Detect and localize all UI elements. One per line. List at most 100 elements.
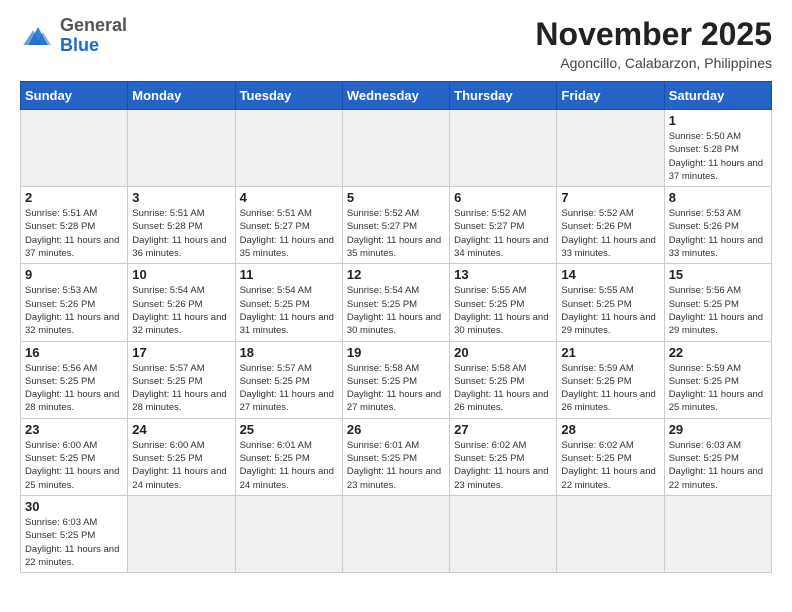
cell-info: Sunrise: 6:01 AM Sunset: 5:25 PM Dayligh… [347,439,445,492]
weekday-header: Wednesday [342,82,449,110]
cell-info: Sunrise: 5:52 AM Sunset: 5:27 PM Dayligh… [347,207,445,260]
title-area: November 2025 Agoncillo, Calabarzon, Phi… [535,16,772,71]
calendar-table: SundayMondayTuesdayWednesdayThursdayFrid… [20,81,772,573]
calendar-cell: 2 Sunrise: 5:51 AM Sunset: 5:28 PM Daylig… [21,187,128,264]
weekday-header: Friday [557,82,664,110]
day-number: 24 [132,422,230,437]
day-number: 23 [25,422,123,437]
calendar-cell: 20Sunrise: 5:58 AM Sunset: 5:25 PM Dayli… [450,341,557,418]
calendar-week-row: 16Sunrise: 5:56 AM Sunset: 5:25 PM Dayli… [21,341,772,418]
day-number: 5 [347,190,445,205]
calendar-cell: 9 Sunrise: 5:53 AM Sunset: 5:26 PM Daylig… [21,264,128,341]
day-number: 15 [669,267,767,282]
calendar-cell: 4 Sunrise: 5:51 AM Sunset: 5:27 PM Daylig… [235,187,342,264]
calendar-cell: 7 Sunrise: 5:52 AM Sunset: 5:26 PM Daylig… [557,187,664,264]
day-number: 11 [240,267,338,282]
calendar-cell: 3Sunrise: 5:51 AM Sunset: 5:28 PM Daylig… [128,187,235,264]
day-number: 27 [454,422,552,437]
day-number: 13 [454,267,552,282]
calendar-cell: 24Sunrise: 6:00 AM Sunset: 5:25 PM Dayli… [128,418,235,495]
cell-info: Sunrise: 6:02 AM Sunset: 5:25 PM Dayligh… [561,439,659,492]
calendar-cell: 29 Sunrise: 6:03 AM Sunset: 5:25 PM Dayli… [664,418,771,495]
cell-info: Sunrise: 5:54 AM Sunset: 5:25 PM Dayligh… [240,284,338,337]
calendar-cell: 6Sunrise: 5:52 AM Sunset: 5:27 PM Daylig… [450,187,557,264]
cell-info: Sunrise: 5:53 AM Sunset: 5:26 PM Dayligh… [25,284,123,337]
cell-info: Sunrise: 5:51 AM Sunset: 5:28 PM Dayligh… [132,207,230,260]
day-number: 9 [25,267,123,282]
calendar-cell: 10Sunrise: 5:54 AM Sunset: 5:26 PM Dayli… [128,264,235,341]
weekday-header: Saturday [664,82,771,110]
cell-info: Sunrise: 5:59 AM Sunset: 5:25 PM Dayligh… [561,362,659,415]
calendar-cell: 26Sunrise: 6:01 AM Sunset: 5:25 PM Dayli… [342,418,449,495]
calendar-week-row: 23 Sunrise: 6:00 AM Sunset: 5:25 PM Dayli… [21,418,772,495]
day-number: 25 [240,422,338,437]
calendar-cell [557,110,664,187]
weekday-header: Thursday [450,82,557,110]
cell-info: Sunrise: 5:52 AM Sunset: 5:26 PM Dayligh… [561,207,659,260]
cell-info: Sunrise: 5:52 AM Sunset: 5:27 PM Dayligh… [454,207,552,260]
calendar-cell: 12 Sunrise: 5:54 AM Sunset: 5:25 PM Dayli… [342,264,449,341]
header: General Blue November 2025 Agoncillo, Ca… [20,16,772,71]
calendar-cell [664,495,771,572]
calendar-cell: 22Sunrise: 5:59 AM Sunset: 5:25 PM Dayli… [664,341,771,418]
cell-info: Sunrise: 5:58 AM Sunset: 5:25 PM Dayligh… [347,362,445,415]
calendar-cell: 8Sunrise: 5:53 AM Sunset: 5:26 PM Daylig… [664,187,771,264]
calendar-cell: 5 Sunrise: 5:52 AM Sunset: 5:27 PM Daylig… [342,187,449,264]
day-number: 28 [561,422,659,437]
calendar-cell: 18Sunrise: 5:57 AM Sunset: 5:25 PM Dayli… [235,341,342,418]
calendar-body: 1Sunrise: 5:50 AM Sunset: 5:28 PM Daylig… [21,110,772,573]
calendar-cell: 16Sunrise: 5:56 AM Sunset: 5:25 PM Dayli… [21,341,128,418]
cell-info: Sunrise: 5:54 AM Sunset: 5:26 PM Dayligh… [132,284,230,337]
day-number: 2 [25,190,123,205]
calendar-cell: 15 Sunrise: 5:56 AM Sunset: 5:25 PM Dayli… [664,264,771,341]
cell-info: Sunrise: 5:56 AM Sunset: 5:25 PM Dayligh… [669,284,767,337]
cell-info: Sunrise: 5:55 AM Sunset: 5:25 PM Dayligh… [454,284,552,337]
location: Agoncillo, Calabarzon, Philippines [535,55,772,71]
calendar-cell: 27 Sunrise: 6:02 AM Sunset: 5:25 PM Dayli… [450,418,557,495]
calendar-cell [450,495,557,572]
calendar-cell: 1Sunrise: 5:50 AM Sunset: 5:28 PM Daylig… [664,110,771,187]
day-number: 20 [454,345,552,360]
day-number: 18 [240,345,338,360]
logo-text: General Blue [60,16,127,56]
calendar-cell [128,495,235,572]
day-number: 19 [347,345,445,360]
calendar-cell [450,110,557,187]
cell-info: Sunrise: 6:03 AM Sunset: 5:25 PM Dayligh… [25,516,123,569]
calendar-cell [235,495,342,572]
day-number: 12 [347,267,445,282]
calendar-cell [128,110,235,187]
calendar-cell: 19 Sunrise: 5:58 AM Sunset: 5:25 PM Dayli… [342,341,449,418]
calendar-cell: 14 Sunrise: 5:55 AM Sunset: 5:25 PM Dayli… [557,264,664,341]
day-number: 22 [669,345,767,360]
cell-info: Sunrise: 5:51 AM Sunset: 5:28 PM Dayligh… [25,207,123,260]
day-number: 4 [240,190,338,205]
calendar-cell [342,495,449,572]
calendar-week-row: 2 Sunrise: 5:51 AM Sunset: 5:28 PM Daylig… [21,187,772,264]
cell-info: Sunrise: 6:03 AM Sunset: 5:25 PM Dayligh… [669,439,767,492]
page: General Blue November 2025 Agoncillo, Ca… [0,0,792,593]
day-number: 1 [669,113,767,128]
cell-info: Sunrise: 5:51 AM Sunset: 5:27 PM Dayligh… [240,207,338,260]
cell-info: Sunrise: 6:01 AM Sunset: 5:25 PM Dayligh… [240,439,338,492]
cell-info: Sunrise: 5:55 AM Sunset: 5:25 PM Dayligh… [561,284,659,337]
calendar-cell: 13 Sunrise: 5:55 AM Sunset: 5:25 PM Dayli… [450,264,557,341]
calendar-cell [557,495,664,572]
cell-info: Sunrise: 5:56 AM Sunset: 5:25 PM Dayligh… [25,362,123,415]
calendar-cell [235,110,342,187]
day-number: 29 [669,422,767,437]
month-title: November 2025 [535,16,772,53]
day-number: 7 [561,190,659,205]
calendar-cell: 17Sunrise: 5:57 AM Sunset: 5:25 PM Dayli… [128,341,235,418]
cell-info: Sunrise: 6:00 AM Sunset: 5:25 PM Dayligh… [25,439,123,492]
calendar-cell: 30Sunrise: 6:03 AM Sunset: 5:25 PM Dayli… [21,495,128,572]
cell-info: Sunrise: 6:02 AM Sunset: 5:25 PM Dayligh… [454,439,552,492]
cell-info: Sunrise: 5:54 AM Sunset: 5:25 PM Dayligh… [347,284,445,337]
cell-info: Sunrise: 5:57 AM Sunset: 5:25 PM Dayligh… [132,362,230,415]
weekday-header: Tuesday [235,82,342,110]
day-number: 14 [561,267,659,282]
logo: General Blue [20,16,127,56]
logo-icon [20,22,56,50]
calendar-cell [21,110,128,187]
calendar-week-row: 9 Sunrise: 5:53 AM Sunset: 5:26 PM Daylig… [21,264,772,341]
